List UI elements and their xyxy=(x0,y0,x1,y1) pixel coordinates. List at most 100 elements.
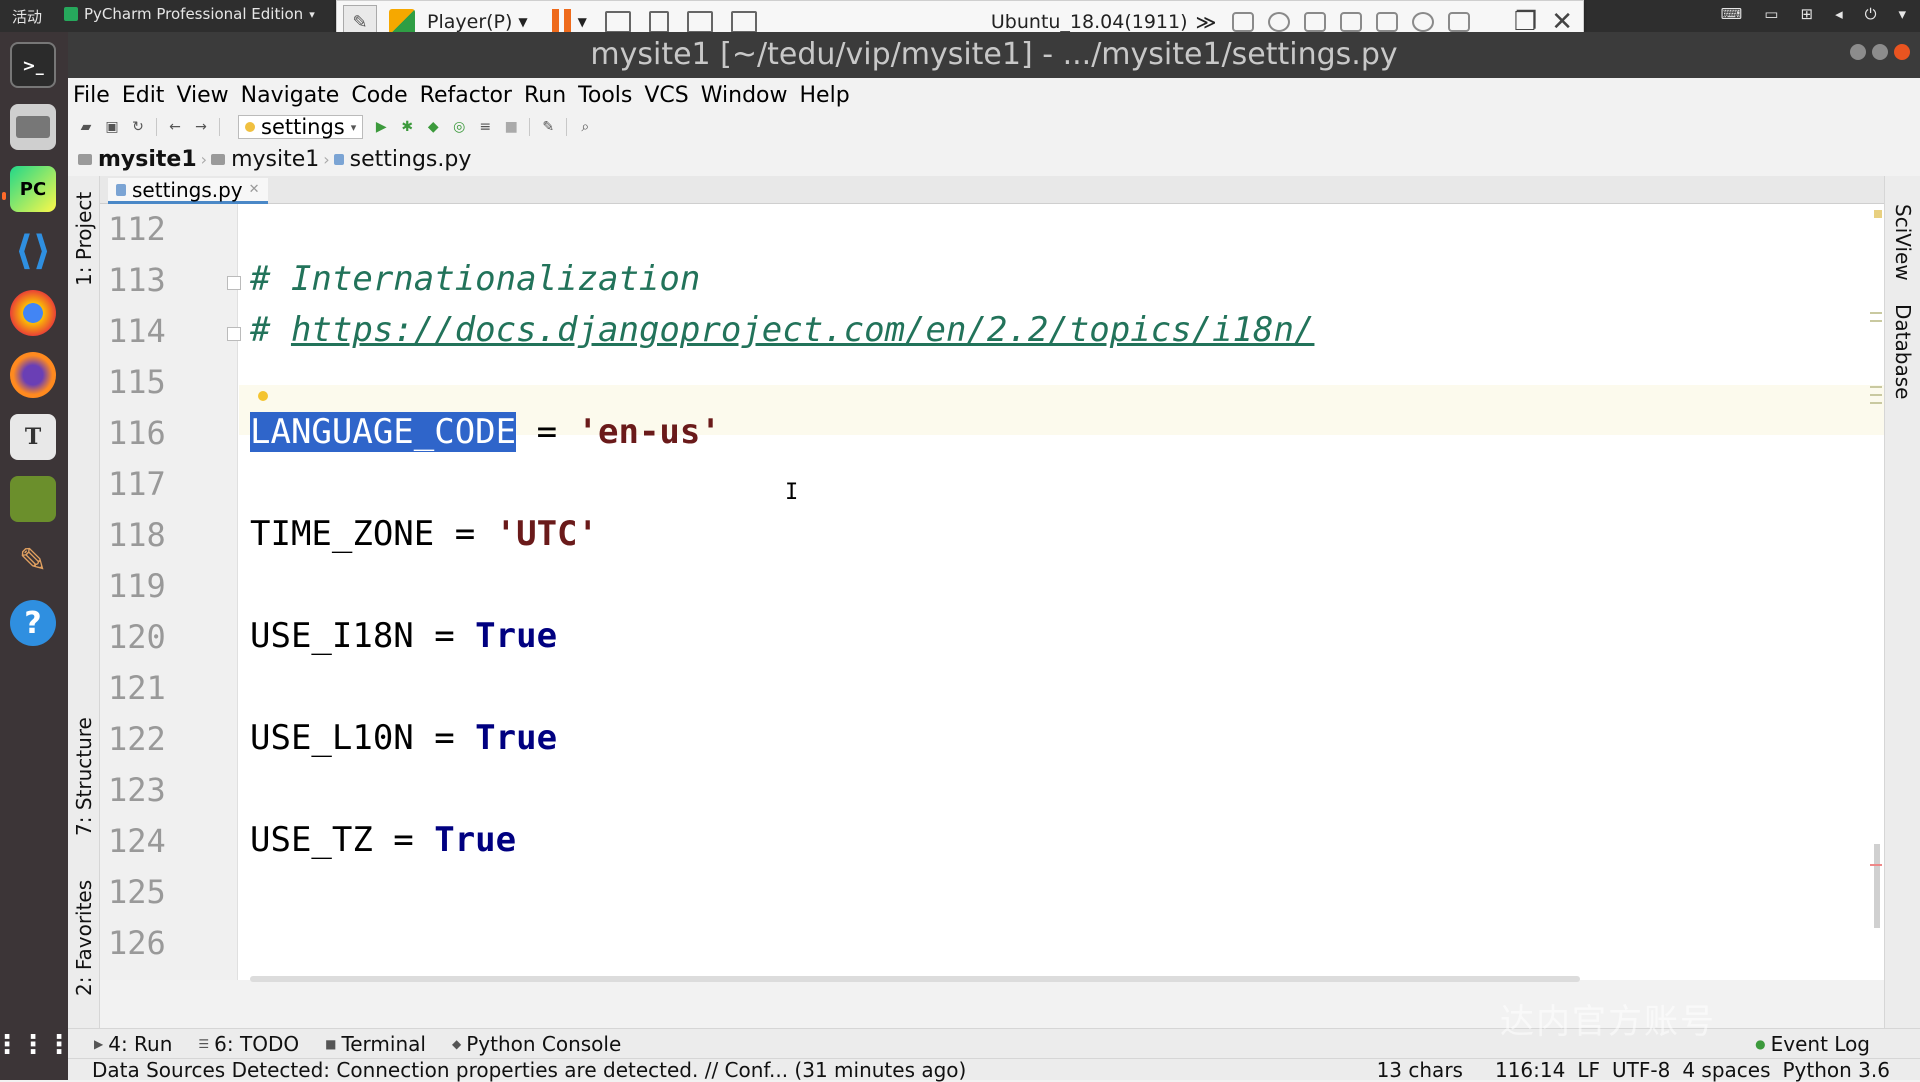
code-editor[interactable]: 112 113 114 115 116 117 118 119 120 121 … xyxy=(100,204,1884,982)
editor-tabs: settings.py ✕ xyxy=(100,176,1884,204)
breadcrumb-project[interactable]: mysite1 xyxy=(98,147,197,172)
minimize-icon[interactable] xyxy=(1850,44,1866,60)
terminal-icon[interactable]: >_ xyxy=(10,42,56,88)
marker[interactable] xyxy=(1870,864,1882,866)
save-icon[interactable]: ▣ xyxy=(104,119,120,135)
menu-navigate[interactable]: Navigate xyxy=(241,83,340,108)
camera-icon[interactable] xyxy=(1412,12,1435,32)
printer-icon[interactable] xyxy=(1340,12,1363,32)
structure-tool-tab[interactable]: 7: Structure xyxy=(72,717,96,836)
status-message[interactable]: Data Sources Detected: Connection proper… xyxy=(92,1058,966,1082)
display-icon[interactable]: ▭ xyxy=(1764,5,1778,23)
python-file-icon xyxy=(333,153,344,165)
menu-view[interactable]: View xyxy=(176,83,228,108)
marker[interactable] xyxy=(1870,312,1882,314)
unity-icon[interactable] xyxy=(648,11,669,33)
caret-position[interactable]: 116:14 xyxy=(1495,1058,1565,1082)
lightbulb-icon[interactable] xyxy=(257,391,269,405)
profile-icon[interactable]: ◎ xyxy=(451,119,467,135)
help-icon[interactable]: ? xyxy=(10,600,56,646)
keyboard-icon[interactable]: ⌨ xyxy=(1721,5,1743,23)
marker[interactable] xyxy=(1874,210,1882,218)
back-icon[interactable]: ← xyxy=(167,119,183,135)
typora-icon[interactable]: T xyxy=(10,414,56,460)
concurrency-icon[interactable]: ≡ xyxy=(477,119,493,135)
sound-icon[interactable] xyxy=(1376,12,1399,32)
coverage-icon[interactable]: ◆ xyxy=(425,119,441,135)
right-tool-stripe: SciView Database xyxy=(1884,176,1920,1028)
paint-icon[interactable]: ✎ xyxy=(10,538,56,584)
menu-file[interactable]: File xyxy=(73,83,110,108)
breadcrumb-file[interactable]: settings.py xyxy=(350,147,472,172)
editor-tab-settings[interactable]: settings.py ✕ xyxy=(108,178,268,204)
menu-vcs[interactable]: VCS xyxy=(644,83,688,108)
fold-marker[interactable] xyxy=(227,327,241,341)
speaker-icon[interactable] xyxy=(1448,12,1471,32)
run-tool-tab[interactable]: ▶ 4: Run xyxy=(94,1032,172,1056)
maximize-icon[interactable] xyxy=(1872,44,1888,60)
menu-window[interactable]: Window xyxy=(701,83,788,108)
fullscreen-icon[interactable] xyxy=(686,11,713,33)
menu-run[interactable]: Run xyxy=(524,83,566,108)
app-menu[interactable]: PyCharm Professional Edition ▾ xyxy=(64,5,315,23)
open-icon[interactable]: ▰ xyxy=(78,119,94,135)
line-separator[interactable]: LF xyxy=(1577,1058,1600,1082)
fit-window-icon[interactable] xyxy=(730,11,757,33)
cdrom-icon[interactable] xyxy=(1268,12,1291,32)
close-icon[interactable]: ✕ xyxy=(249,182,260,197)
more-devices-icon[interactable]: ≫ xyxy=(1196,10,1217,34)
vscode-icon[interactable]: ⟨⟩ xyxy=(10,228,56,274)
vertical-scrollbar[interactable] xyxy=(1874,844,1880,928)
project-tool-tab[interactable]: 1: Project xyxy=(72,192,96,286)
sync-icon[interactable]: ↻ xyxy=(130,119,146,135)
horizontal-scrollbar[interactable] xyxy=(250,976,1580,982)
firefox-icon[interactable] xyxy=(10,352,56,398)
chevron-down-icon[interactable]: ▾ xyxy=(1898,5,1906,23)
file-encoding[interactable]: UTF-8 xyxy=(1612,1058,1670,1082)
wrench-icon[interactable]: ✎ xyxy=(540,119,556,135)
fold-marker[interactable] xyxy=(227,276,241,290)
terminal-tool-tab[interactable]: ■ Terminal xyxy=(325,1032,426,1056)
player-menu[interactable]: Player(P) xyxy=(427,11,512,33)
network-adapter-icon[interactable] xyxy=(1304,12,1327,32)
marker[interactable] xyxy=(1870,386,1882,388)
sciview-tool-tab[interactable]: SciView xyxy=(1891,204,1915,281)
book-icon[interactable] xyxy=(10,476,56,522)
comment-link[interactable]: https://docs.djangoproject.com/en/2.2/to… xyxy=(291,310,1315,350)
files-icon[interactable] xyxy=(10,104,56,150)
chevron-down-icon[interactable]: ▼ xyxy=(578,15,587,29)
stop-icon[interactable]: ■ xyxy=(503,119,519,135)
hdd-icon[interactable] xyxy=(1232,12,1255,32)
python-interpreter[interactable]: Python 3.6 xyxy=(1783,1058,1891,1082)
pycharm-icon[interactable]: PC xyxy=(10,166,56,212)
database-tool-tab[interactable]: Database xyxy=(1891,304,1915,399)
send-ctrl-alt-del-icon[interactable] xyxy=(604,11,631,33)
chrome-icon[interactable] xyxy=(10,290,56,336)
menu-help[interactable]: Help xyxy=(800,83,850,108)
close-icon[interactable] xyxy=(1894,44,1910,60)
power-icon[interactable]: ⏻ xyxy=(1865,5,1877,23)
menu-refactor[interactable]: Refactor xyxy=(420,83,512,108)
todo-tool-tab[interactable]: ☰ 6: TODO xyxy=(198,1032,299,1056)
marker[interactable] xyxy=(1870,394,1882,396)
network-icon[interactable]: ⊞ xyxy=(1800,5,1813,23)
event-log-tool-tab[interactable]: ● Event Log xyxy=(1755,1032,1870,1056)
menu-edit[interactable]: Edit xyxy=(122,83,165,108)
chevron-down-icon[interactable]: ▼ xyxy=(518,15,527,29)
python-console-tool-tab[interactable]: ◆ Python Console xyxy=(452,1032,621,1056)
indent-setting[interactable]: 4 spaces xyxy=(1682,1058,1770,1082)
activities-button[interactable]: 活动 xyxy=(12,6,42,27)
favorites-tool-tab[interactable]: 2: Favorites xyxy=(72,880,96,996)
run-icon[interactable]: ▶ xyxy=(373,119,389,135)
volume-icon[interactable]: ◂ xyxy=(1835,5,1843,23)
run-configuration-select[interactable]: settings ▾ xyxy=(238,115,364,139)
marker[interactable] xyxy=(1870,402,1882,404)
show-apps-icon[interactable]: ⋮⋮⋮ xyxy=(0,1022,72,1068)
forward-icon[interactable]: → xyxy=(193,119,209,135)
menu-tools[interactable]: Tools xyxy=(578,83,632,108)
breadcrumb-folder[interactable]: mysite1 xyxy=(231,147,319,172)
menu-code[interactable]: Code xyxy=(351,83,407,108)
debug-icon[interactable]: ✱ xyxy=(399,119,415,135)
marker[interactable] xyxy=(1870,320,1882,322)
search-icon[interactable]: ⌕ xyxy=(577,119,593,135)
